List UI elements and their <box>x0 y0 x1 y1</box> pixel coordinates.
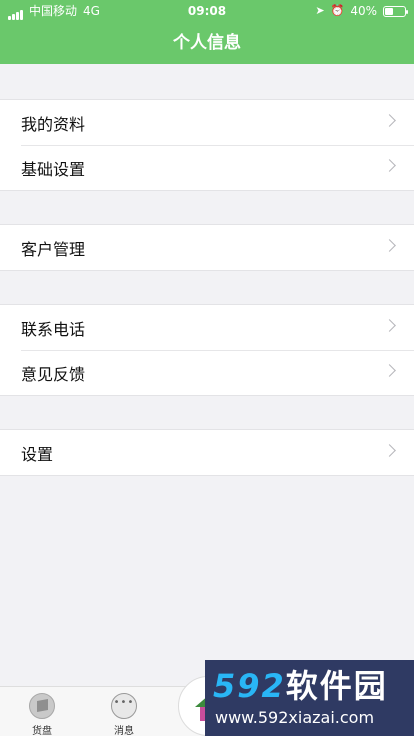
tab-messages[interactable]: 消息 <box>84 687 164 736</box>
watermark-brand: 592软件园 <box>213 667 388 705</box>
menu-group-contact: 联系电话 意见反馈 <box>0 304 414 396</box>
page-title: 个人信息 <box>173 33 241 53</box>
tab-label: 消息 <box>114 726 134 736</box>
menu-item-customer-management[interactable]: 客户管理 <box>0 225 414 270</box>
menu-item-label: 基础设置 <box>21 159 86 179</box>
menu-group-settings: 设置 <box>0 429 414 476</box>
chevron-right-icon <box>383 239 396 252</box>
tab-pallet[interactable]: 货盘 <box>2 687 82 736</box>
menu-group-profile: 我的资料 基础设置 <box>0 99 414 191</box>
watermark-logo: 592软件园 www.592xiazai.com <box>205 660 414 736</box>
menu-item-label: 客户管理 <box>21 239 86 259</box>
battery-fill <box>385 8 393 15</box>
menu-item-label: 联系电话 <box>21 319 86 339</box>
chat-icon <box>111 693 137 719</box>
alarm-icon: ⏰ <box>330 4 345 17</box>
battery-percent: 40% <box>350 4 377 18</box>
menu-item-basic-settings[interactable]: 基础设置 <box>0 145 414 190</box>
chevron-right-icon <box>383 364 396 377</box>
tab-label: 货盘 <box>32 726 52 736</box>
watermark-url: www.592xiazai.com <box>215 708 375 727</box>
header: 中国移动 4G 09:08 ➤ ⏰ 40% 个人信息 <box>0 0 414 64</box>
menu-item-label: 意见反馈 <box>21 364 86 384</box>
menu-group-customers: 客户管理 <box>0 224 414 271</box>
menu-item-contact-phone[interactable]: 联系电话 <box>0 305 414 350</box>
chevron-right-icon <box>383 114 396 127</box>
menu-item-settings[interactable]: 设置 <box>0 430 414 475</box>
status-right: ➤ ⏰ 40% <box>315 0 408 22</box>
battery-icon <box>383 6 408 17</box>
chevron-right-icon <box>383 444 396 457</box>
location-icon: ➤ <box>315 4 325 17</box>
chevron-right-icon <box>383 159 396 172</box>
box-icon <box>29 693 55 719</box>
chevron-right-icon <box>383 319 396 332</box>
menu-item-label: 我的资料 <box>21 114 86 134</box>
menu-item-my-profile[interactable]: 我的资料 <box>0 100 414 145</box>
status-bar: 中国移动 4G 09:08 ➤ ⏰ 40% <box>0 0 414 22</box>
menu-item-label: 设置 <box>21 444 54 464</box>
menu-item-feedback[interactable]: 意见反馈 <box>0 350 414 395</box>
